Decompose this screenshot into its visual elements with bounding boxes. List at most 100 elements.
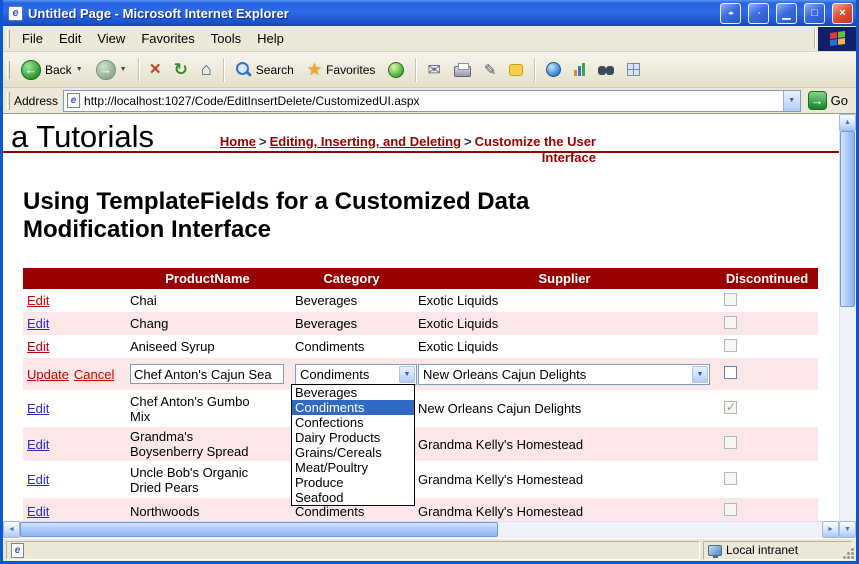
stop-button[interactable]: × (144, 58, 167, 82)
scroll-left-button[interactable]: ◄ (3, 521, 20, 538)
update-link[interactable]: Update (27, 367, 69, 382)
edit-link[interactable]: Edit (27, 293, 49, 308)
discuss-icon (509, 64, 523, 76)
toolbar-grip[interactable] (7, 30, 10, 48)
toolbar-grip[interactable] (7, 92, 10, 110)
edit-link[interactable]: Edit (27, 316, 49, 331)
stop-icon: × (150, 61, 161, 79)
stats-button[interactable] (568, 60, 591, 79)
mail-button[interactable]: ✉ (421, 57, 446, 83)
horizontal-scrollbar-thumb[interactable] (20, 522, 498, 537)
cancel-link[interactable]: Cancel (74, 367, 114, 382)
dropdown-option[interactable]: Dairy Products (292, 430, 414, 445)
address-url[interactable]: http://localhost:1027/Code/EditInsertDel… (80, 94, 783, 108)
product-name: Chai (130, 293, 262, 308)
search-button[interactable]: Search (229, 58, 300, 81)
horizontal-scrollbar[interactable]: ◄ ► (3, 521, 839, 538)
media-button[interactable] (382, 59, 410, 81)
extra-window-button-arrows[interactable]: ◂▸ (720, 3, 741, 24)
dropdown-option[interactable]: Produce (292, 475, 414, 490)
scroll-up-button[interactable]: ▲ (839, 114, 856, 131)
vertical-scrollbar[interactable]: ▲ ▼ (839, 114, 856, 538)
address-dropdown-button[interactable]: ▼ (783, 91, 800, 111)
discuss-button[interactable] (503, 61, 529, 79)
favorites-button[interactable]: ★ Favorites (301, 57, 382, 83)
quick-launch-button[interactable] (621, 60, 646, 79)
close-button[interactable]: × (832, 3, 853, 24)
dropdown-option-selected[interactable]: Condiments (292, 400, 414, 415)
grid-header-discontinued: Discontinued (716, 268, 818, 289)
toolbar-grip[interactable] (7, 61, 10, 79)
scroll-down-button[interactable]: ▼ (839, 521, 856, 538)
extra-window-button-screen[interactable]: ▫ (748, 3, 769, 24)
go-arrow-icon: → (808, 91, 827, 110)
scroll-right-button[interactable]: ► (822, 521, 839, 538)
chevron-down-icon[interactable]: ▼ (399, 366, 415, 383)
supplier-cell: Exotic Liquids (413, 312, 716, 335)
site-title: a Tutorials (11, 122, 154, 152)
dropdown-option[interactable]: Meat/Poultry (292, 460, 414, 475)
dropdown-option[interactable]: Grains/Cereals (292, 445, 414, 460)
products-grid: ProductName Category Supplier Discontinu… (23, 268, 818, 521)
menu-tools[interactable]: Tools (203, 28, 249, 49)
product-name: Uncle Bob's Organic Dried Pears (130, 465, 262, 495)
refresh-button[interactable]: ↻ (168, 57, 194, 83)
edit-link[interactable]: Edit (27, 504, 49, 519)
product-name: Chang (130, 316, 262, 331)
category-select[interactable]: Condiments ▼ (295, 364, 417, 385)
product-name: Northwoods (130, 504, 262, 519)
double-arrow-icon: ◂▸ (728, 9, 733, 17)
home-button[interactable]: ⌂ (195, 56, 218, 83)
edit-button[interactable]: ✎ (478, 58, 503, 82)
screen-icon: ▫ (758, 10, 759, 17)
status-page-icon: e (11, 543, 24, 558)
address-bar: Address e http://localhost:1027/Code/Edi… (3, 88, 856, 114)
messenger-button[interactable] (540, 59, 567, 80)
supplier-cell: Grandma Kelly's Homestead (413, 498, 716, 521)
go-button[interactable]: → Go (808, 91, 852, 110)
divider (138, 58, 139, 82)
breadcrumb-section-link[interactable]: Editing, Inserting, and Deleting (270, 134, 461, 149)
table-row-editing: Update Cancel Condiments ▼ New Orleans Ca… (23, 358, 818, 390)
scroll-down-icon: ▼ (844, 526, 851, 533)
product-name-input[interactable] (130, 364, 284, 384)
edit-link[interactable]: Edit (27, 437, 49, 452)
discontinued-checkbox (724, 472, 737, 485)
supplier-cell: Exotic Liquids (413, 289, 716, 312)
minimize-button[interactable]: ▁ (776, 3, 797, 24)
breadcrumb-home-link[interactable]: Home (220, 134, 256, 149)
dropdown-option[interactable]: Confections (292, 415, 414, 430)
address-input[interactable]: e http://localhost:1027/Code/EditInsertD… (63, 90, 801, 112)
edit-pencil-icon: ✎ (484, 61, 497, 79)
discontinued-checkbox (724, 401, 737, 414)
forward-button[interactable]: → ▼ (90, 57, 133, 83)
discontinued-checkbox (724, 293, 737, 306)
menu-file[interactable]: File (14, 28, 51, 49)
discontinued-checkbox-editable[interactable] (724, 366, 737, 379)
menu-edit[interactable]: Edit (51, 28, 89, 49)
edit-link[interactable]: Edit (27, 472, 49, 487)
dropdown-option[interactable]: Beverages (292, 385, 414, 400)
menu-view[interactable]: View (89, 28, 133, 49)
supplier-cell: Grandma Kelly's Homestead (413, 461, 716, 498)
dropdown-option[interactable]: Seafood (292, 490, 414, 505)
resize-grip[interactable] (842, 547, 855, 560)
title-bar[interactable]: e Untitled Page - Microsoft Internet Exp… (3, 0, 856, 26)
research-button[interactable] (592, 60, 620, 79)
edit-link[interactable]: Edit (27, 339, 49, 354)
edit-link[interactable]: Edit (27, 401, 49, 416)
chevron-down-icon: ▼ (120, 66, 127, 73)
chevron-down-icon[interactable]: ▼ (692, 366, 708, 383)
supplier-select[interactable]: New Orleans Cajun Delights ▼ (418, 364, 710, 385)
minimize-icon: ▁ (782, 7, 790, 20)
vertical-scrollbar-thumb[interactable] (840, 131, 855, 307)
menu-help[interactable]: Help (249, 28, 292, 49)
scroll-right-icon: ► (827, 526, 834, 533)
chevron-down-icon: ▼ (788, 97, 795, 104)
print-button[interactable] (448, 59, 477, 80)
grid-header-category: Category (290, 268, 413, 289)
menu-favorites[interactable]: Favorites (133, 28, 202, 49)
menu-bar: File Edit View Favorites Tools Help (3, 26, 856, 52)
back-button[interactable]: ← Back ▼ (15, 57, 89, 83)
maximize-button[interactable]: □ (804, 3, 825, 24)
